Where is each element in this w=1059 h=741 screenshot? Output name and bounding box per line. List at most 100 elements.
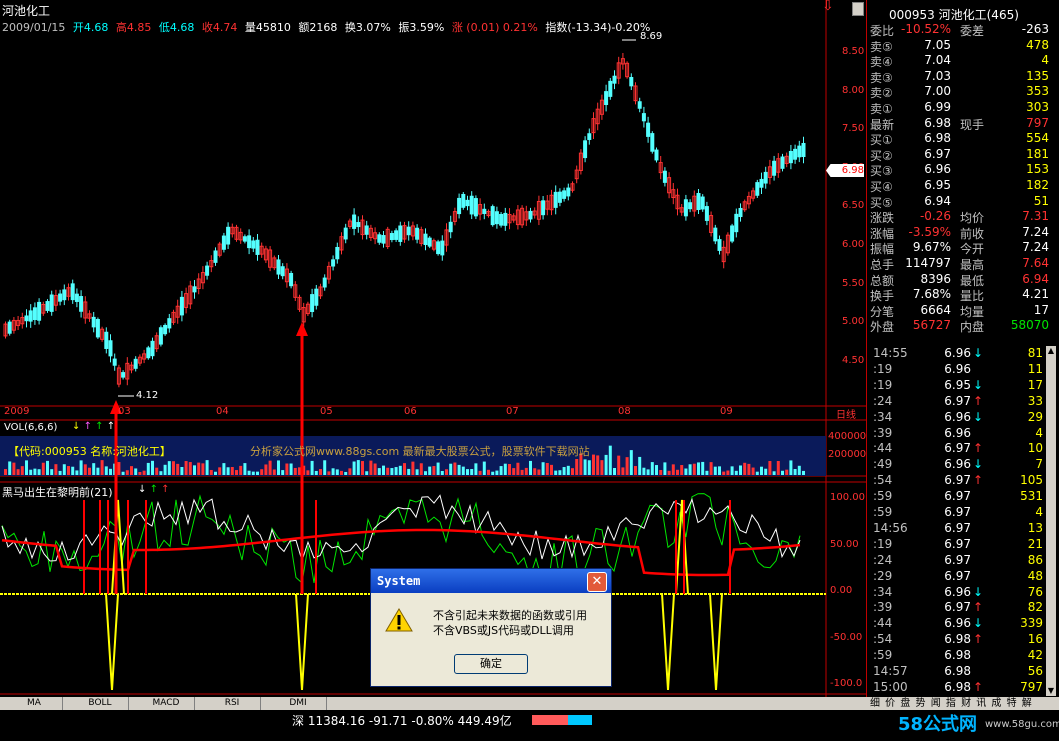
indicator-tab[interactable]: MACD [138,697,195,710]
scroll-down-icon[interactable]: ▼ [1046,686,1056,696]
bid-vol: 51 [867,194,1053,209]
tick-volume: 105 [1020,473,1043,488]
volume-bar [655,465,658,475]
candle-body [801,142,806,158]
volume-bar [604,454,608,475]
bid-volume: 554 [1026,131,1049,146]
volume-bar [251,471,255,475]
candle-body [377,234,382,243]
volume-bar [499,466,503,475]
volume-bar [377,468,381,475]
candle-body [167,318,172,329]
candle-body [482,208,487,214]
right-tabs[interactable]: 细 价 盘 势 闻 指 财 讯 成 特 解 [866,697,1059,710]
quote-label: 最新 [870,117,895,132]
ok-button[interactable]: 确定 [454,654,528,674]
volume-bar [138,471,142,475]
tick-volume: 42 [1027,648,1043,663]
volume-bar [289,463,293,475]
candle-body [398,225,403,242]
dialog-title-bar[interactable]: System ✕ [371,569,611,593]
tick-time: :29 [873,568,893,583]
close-icon[interactable]: ✕ [587,572,607,592]
price-axis-label: 5.00 [842,316,865,328]
tick-scrollbar[interactable]: ▲ ▼ [1046,346,1056,696]
candle-body [310,294,315,313]
volume-bar [340,470,343,475]
volume-bar [802,470,805,475]
tick-arrow: ↓ [973,409,984,424]
tick-row: :54 6.97 ↑ 105 [867,473,1053,489]
volume-bar [545,462,549,475]
quote-label: 涨跌 [870,211,895,226]
quote-stat-row: 换手 7.68% 量比 4.21 [867,287,1053,303]
info-amount: 额2168 [298,21,338,34]
info-amplitude: 振3.59% [398,21,445,34]
volume-bar [134,468,138,475]
scrollbar-handle[interactable] [852,2,864,16]
volume-bar [16,469,20,475]
quote-outer-inner: 外盘 56727 内盘 58070 [867,318,1053,335]
candle-body [604,91,609,106]
tick-price: 6.96 [944,584,971,599]
tick-row: :24 6.97 ↑ 33 [867,394,1053,410]
tick-time: :59 [873,505,893,519]
volume-bar [62,464,66,475]
quote-stat-row: 涨跌 -0.26 均价 7.31 [867,209,1053,226]
volume-bar [386,467,390,475]
indicator-tab[interactable]: MA [6,697,63,710]
tick-row: 14:56 6.97 13 [867,521,1053,537]
volume-bar [608,445,612,475]
quote-value: 6664 [920,302,951,317]
info-open: 开4.68 [72,21,109,34]
system-dialog[interactable]: System ✕ 不含引起未来数据的函数或引用 不含VBS或JS代码或DLL调用… [370,568,612,687]
volume-bar [176,463,180,475]
volume-bar [41,462,45,475]
candle-body [780,156,785,169]
date-axis-label: 日线 [836,410,856,421]
tick-row: :59 6.98 42 [867,648,1053,664]
volume-bar [617,455,621,475]
indicator-tab[interactable]: BOLL [72,697,129,710]
volume-bar [432,466,436,475]
volume-bar [407,468,411,475]
tick-time: :59 [873,489,893,504]
indicator-tab[interactable]: DMI [270,697,327,710]
volume-bar [243,463,247,475]
candle-body [683,199,688,217]
signal-spike [295,593,309,691]
download-icon[interactable]: ⇩ [822,0,834,14]
candle-body [465,199,470,207]
ask-vol: 478 [867,38,1053,53]
volume-bar [541,462,545,475]
bid-vol: 153 [867,162,1053,177]
indicator-tab[interactable]: RSI [204,697,261,710]
quote-label: 外盘 [870,320,895,335]
tick-price: 6.98 [944,632,971,647]
tick-list[interactable]: 14:55 6.96 ↓ 81:19 6.96 11:19 6.95 ↓ 17:24 6.97 ↑ 3… [867,346,1059,696]
volume-bar [772,471,776,475]
quote-label-2: 委差 [960,24,985,38]
quote-value: 7.68% [912,287,951,302]
candle-body [95,319,100,338]
candle-body [251,240,256,249]
scroll-up-icon[interactable]: ▲ [1046,346,1056,356]
volume-bar [264,464,268,475]
candle-body [457,197,462,215]
candle-body [490,206,495,226]
price-axis-label: 6.50 [842,200,865,212]
candle-body [406,226,411,236]
indicator-axis-label: 0.00 [830,585,853,596]
volume-bar [310,460,314,475]
tick-time: :24 [873,393,893,408]
tick-volume: 797 [1020,679,1043,694]
volume-bar [92,463,96,475]
signal-spike [661,593,675,691]
candle-body [650,133,655,152]
volume-bar [478,470,482,475]
volume-bar [239,465,243,475]
tick-time: :39 [873,425,893,440]
tick-row: :44 6.96 ↓ 339 [867,616,1053,632]
candle-body [553,191,558,208]
signal-spike [675,499,689,595]
